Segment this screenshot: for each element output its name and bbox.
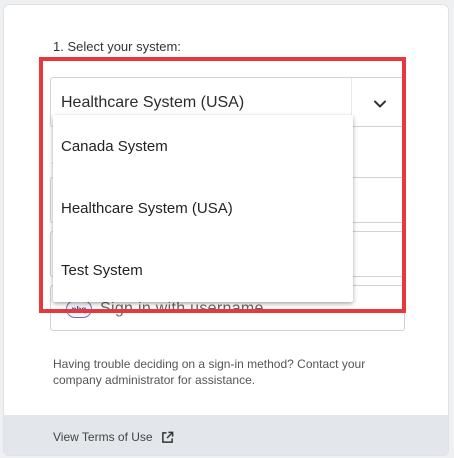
footer: View Terms of Use [4,415,448,455]
dropdown-option-canada[interactable]: Canada System [53,115,353,177]
dropdown-option-healthcare-usa[interactable]: Healthcare System (USA) [53,177,353,239]
username-button-label: Sign in with username [100,300,264,317]
terms-link-label: View Terms of Use [53,430,153,444]
chevron-down-icon[interactable] [370,94,390,114]
help-text: Having trouble deciding on a sign-in met… [53,357,366,387]
username-button-content: nbq Sign in with username [66,300,264,318]
system-dropdown-list: Canada System Healthcare System (USA) Te… [53,115,353,302]
select-value: Healthcare System (USA) [61,94,245,111]
user-badge-icon: nbq [66,300,92,318]
dropdown-option-test[interactable]: Test System [53,239,353,301]
step-label: 1. Select your system: [53,39,181,54]
external-link-icon [161,431,173,443]
terms-of-use-link[interactable]: View Terms of Use [53,430,174,444]
